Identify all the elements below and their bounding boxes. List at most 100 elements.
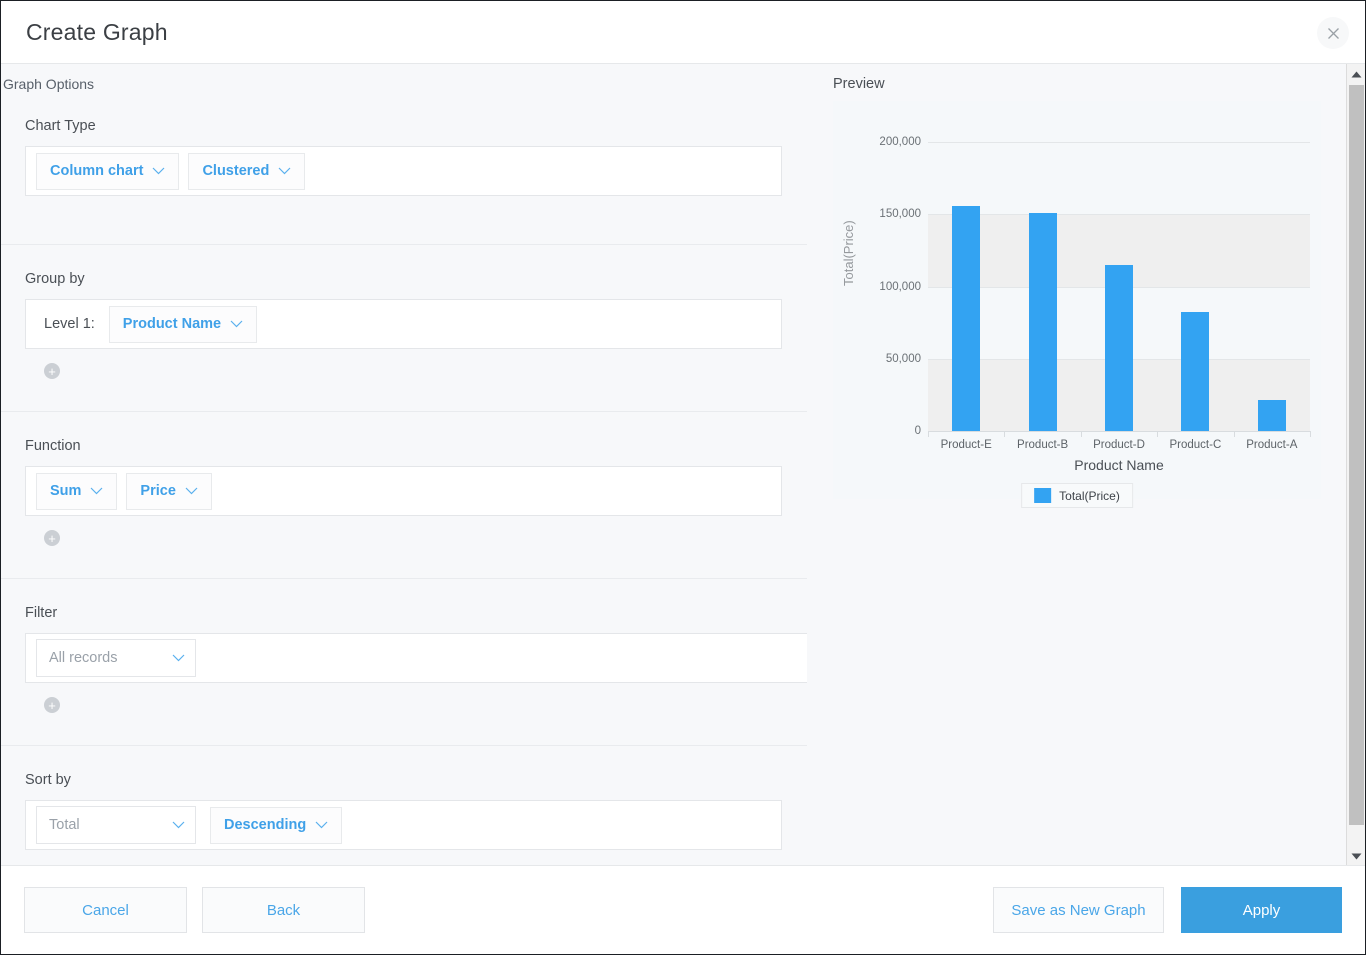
x-axis-tick [928, 431, 929, 437]
chevron-down-icon [172, 817, 185, 833]
preview-panel: Preview 0 50,000 100,000 150,000 200,000 Tota… [807, 64, 1365, 865]
x-axis-tick-label: Product-D [1093, 439, 1145, 451]
page-title: Create Graph [26, 19, 168, 46]
chart-type-field: Column chart Clustered [25, 146, 782, 196]
chart-bar[interactable] [1105, 265, 1133, 431]
dialog-footer: Cancel Back Save as New Graph Apply [1, 865, 1365, 954]
x-axis-line [928, 431, 1310, 432]
function-field-value: Price [140, 483, 175, 499]
section-function: Function Sum Price [1, 411, 807, 578]
group-by-level1-dropdown[interactable]: Product Name [109, 306, 257, 343]
sort-field-value: Total [49, 817, 80, 833]
scrollbar-thumb[interactable] [1349, 85, 1364, 825]
sort-field-select[interactable]: Total [36, 806, 196, 844]
sort-direction-dropdown[interactable]: Descending [210, 807, 342, 844]
filter-select[interactable]: All records [36, 639, 196, 677]
group-by-add-row: + [1, 363, 807, 411]
filter-add-row: + [1, 697, 807, 745]
dialog-body: Graph Options Chart Type Column chart Cl… [1, 64, 1365, 865]
triangle-up-icon [1351, 65, 1362, 83]
apply-button[interactable]: Apply [1181, 887, 1342, 933]
add-function-button[interactable]: + [44, 530, 60, 546]
y-axis-tick-label: 150,000 [879, 208, 921, 220]
x-axis-tick-label: Product-B [1017, 439, 1068, 451]
chart-bar-slot [1081, 142, 1157, 431]
chart-canvas: 0 50,000 100,000 150,000 200,000 Total(Price)… [833, 101, 1321, 499]
section-chart-type: Chart Type Column chart Clustered [1, 92, 807, 244]
section-filter: Filter All records + [1, 578, 807, 745]
chevron-down-icon [152, 167, 165, 175]
filter-field: All records [25, 633, 807, 683]
triangle-down-icon [1351, 847, 1362, 865]
x-axis-tick [1234, 431, 1235, 437]
x-axis-tick [1004, 431, 1005, 437]
function-add-row: + [1, 530, 807, 578]
x-axis-tick [1310, 431, 1311, 437]
chart-bar-slot [1234, 142, 1310, 431]
chart-type-label: Chart Type [1, 92, 807, 146]
cancel-button[interactable]: Cancel [24, 887, 187, 933]
add-filter-button[interactable]: + [44, 697, 60, 713]
chevron-down-icon [278, 167, 291, 175]
function-aggregate-dropdown[interactable]: Sum [36, 473, 117, 510]
section-group-by: Group by Level 1: Product Name + [1, 244, 807, 411]
filter-label: Filter [1, 579, 807, 633]
chart-legend[interactable]: Total(Price) [1021, 483, 1133, 508]
legend-label: Total(Price) [1059, 489, 1120, 503]
x-axis-tick-label: Product-C [1170, 439, 1222, 451]
scroll-down-button[interactable] [1347, 846, 1366, 865]
chart-subtype-value: Clustered [202, 163, 269, 179]
chevron-down-icon [315, 821, 328, 829]
y-axis-tick-label: 50,000 [886, 353, 921, 365]
function-field: Sum Price [25, 466, 782, 516]
graph-options-panel: Graph Options Chart Type Column chart Cl… [1, 64, 807, 865]
chart-bar[interactable] [1258, 400, 1286, 431]
chart-bar-slot [1004, 142, 1080, 431]
back-button[interactable]: Back [202, 887, 365, 933]
x-axis-tick-label: Product-A [1246, 439, 1297, 451]
chart-bar[interactable] [952, 206, 980, 431]
scroll-up-button[interactable] [1347, 64, 1366, 83]
dialog-titlebar: Create Graph [1, 1, 1365, 64]
save-as-new-graph-button[interactable]: Save as New Graph [993, 887, 1164, 933]
close-button[interactable] [1317, 17, 1349, 49]
section-sort-by: Sort by Total Descending [1, 745, 807, 850]
y-axis-tick-label: 0 [915, 425, 921, 437]
function-aggregate-value: Sum [50, 483, 81, 499]
chart-preview: 0 50,000 100,000 150,000 200,000 Total(Price)… [833, 101, 1321, 499]
function-label: Function [1, 412, 807, 466]
x-axis-tick [1081, 431, 1082, 437]
add-group-by-button[interactable]: + [44, 363, 60, 379]
x-axis-tick-label: Product-E [941, 439, 992, 451]
chart-subtype-dropdown[interactable]: Clustered [188, 153, 305, 190]
legend-swatch [1034, 488, 1051, 503]
y-axis-tick-label: 200,000 [879, 136, 921, 148]
y-axis-tick-label: 100,000 [879, 281, 921, 293]
sort-by-label: Sort by [1, 746, 807, 800]
filter-value: All records [49, 650, 118, 666]
vertical-scrollbar[interactable] [1346, 64, 1365, 865]
preview-label: Preview [833, 76, 1343, 92]
chevron-down-icon [172, 650, 185, 666]
chart-type-dropdown[interactable]: Column chart [36, 153, 179, 190]
chart-type-spacer [1, 196, 807, 244]
sort-direction-value: Descending [224, 817, 306, 833]
footer-actions: Save as New Graph Apply [993, 887, 1342, 933]
group-by-level1-value: Product Name [123, 316, 221, 332]
chevron-down-icon [185, 487, 198, 495]
group-by-field: Level 1: Product Name [25, 299, 782, 349]
chart-bar[interactable] [1029, 213, 1057, 431]
chevron-down-icon [90, 487, 103, 495]
chart-bar[interactable] [1181, 312, 1209, 431]
chevron-down-icon [230, 320, 243, 328]
chart-type-value: Column chart [50, 163, 143, 179]
group-by-label: Group by [1, 245, 807, 299]
chart-bar-slot [928, 142, 1004, 431]
chart-bars [928, 142, 1310, 431]
create-graph-dialog: Create Graph Graph Options Chart Type Co… [0, 0, 1366, 955]
function-field-dropdown[interactable]: Price [126, 473, 211, 510]
y-axis-title: Total(Price) [841, 220, 856, 286]
chart-bar-slot [1157, 142, 1233, 431]
x-axis-tick [1157, 431, 1158, 437]
graph-options-label: Graph Options [1, 64, 807, 92]
